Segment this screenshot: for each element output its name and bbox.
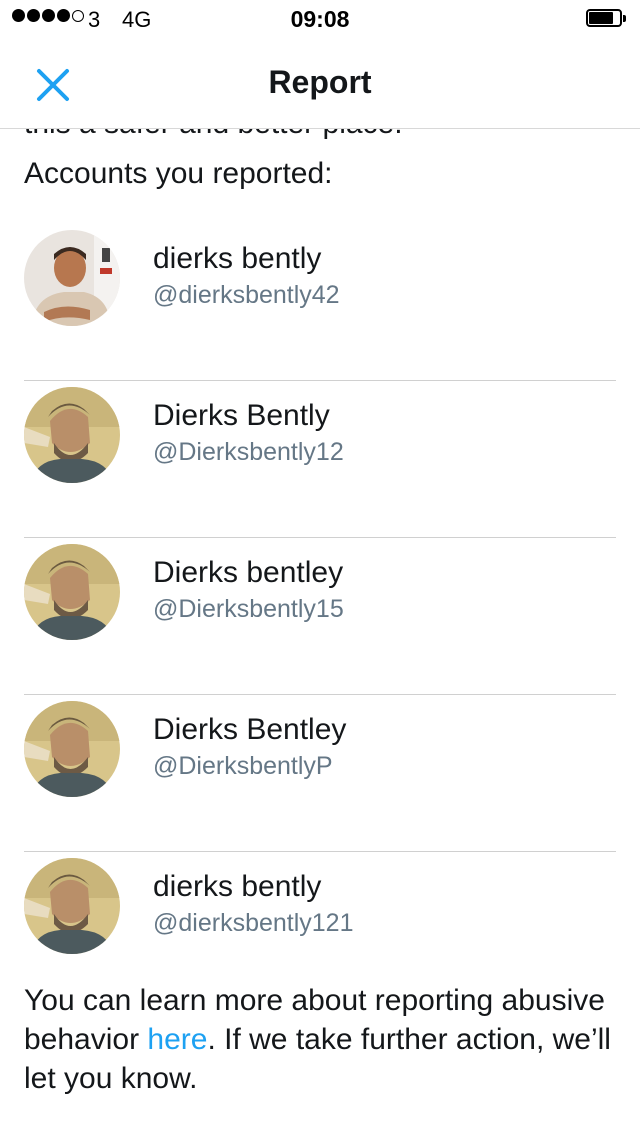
footer-text: You can learn more about reporting abusi…: [24, 981, 624, 1098]
account-display-name: Dierks Bently: [153, 399, 330, 432]
account-handle: @DierksbentlyP: [153, 752, 333, 780]
learn-more-link[interactable]: here: [147, 1023, 207, 1056]
account-handle: @dierksbently42: [153, 281, 340, 309]
avatar: [24, 230, 120, 326]
account-handle: @Dierksbently12: [153, 438, 344, 466]
battery-icon: [586, 9, 628, 29]
avatar: [24, 544, 120, 640]
status-time: 09:08: [290, 6, 350, 32]
reported-accounts-list: dierks bently @dierksbently42 Dierks Ben…: [0, 224, 640, 1009]
status-bar: 3 4G 09:08: [0, 0, 640, 40]
reported-account-row[interactable]: Dierks bentley @Dierksbently15: [0, 538, 640, 695]
account-display-name: dierks bently: [153, 870, 322, 903]
account-display-name: Dierks bentley: [153, 556, 344, 589]
page-title: Report: [268, 64, 372, 100]
avatar: [24, 701, 120, 797]
reported-account-row[interactable]: Dierks Bently @Dierksbently12: [0, 381, 640, 538]
reported-account-row[interactable]: Dierks Bentley @DierksbentlyP: [0, 695, 640, 852]
account-display-name: dierks bently: [153, 242, 322, 275]
intro-text-cutoff: this a safer and better place.: [24, 129, 403, 141]
account-handle: @dierksbently121: [153, 909, 354, 937]
report-content[interactable]: this a safer and better place. Accounts …: [0, 129, 640, 1136]
accounts-heading: Accounts you reported:: [24, 157, 333, 190]
account-handle: @Dierksbently15: [153, 595, 344, 623]
nav-bar: Report: [0, 40, 640, 129]
reported-account-row[interactable]: dierks bently @dierksbently42: [0, 224, 640, 381]
account-display-name: Dierks Bentley: [153, 713, 347, 746]
avatar: [24, 387, 120, 483]
avatar: [24, 858, 120, 954]
